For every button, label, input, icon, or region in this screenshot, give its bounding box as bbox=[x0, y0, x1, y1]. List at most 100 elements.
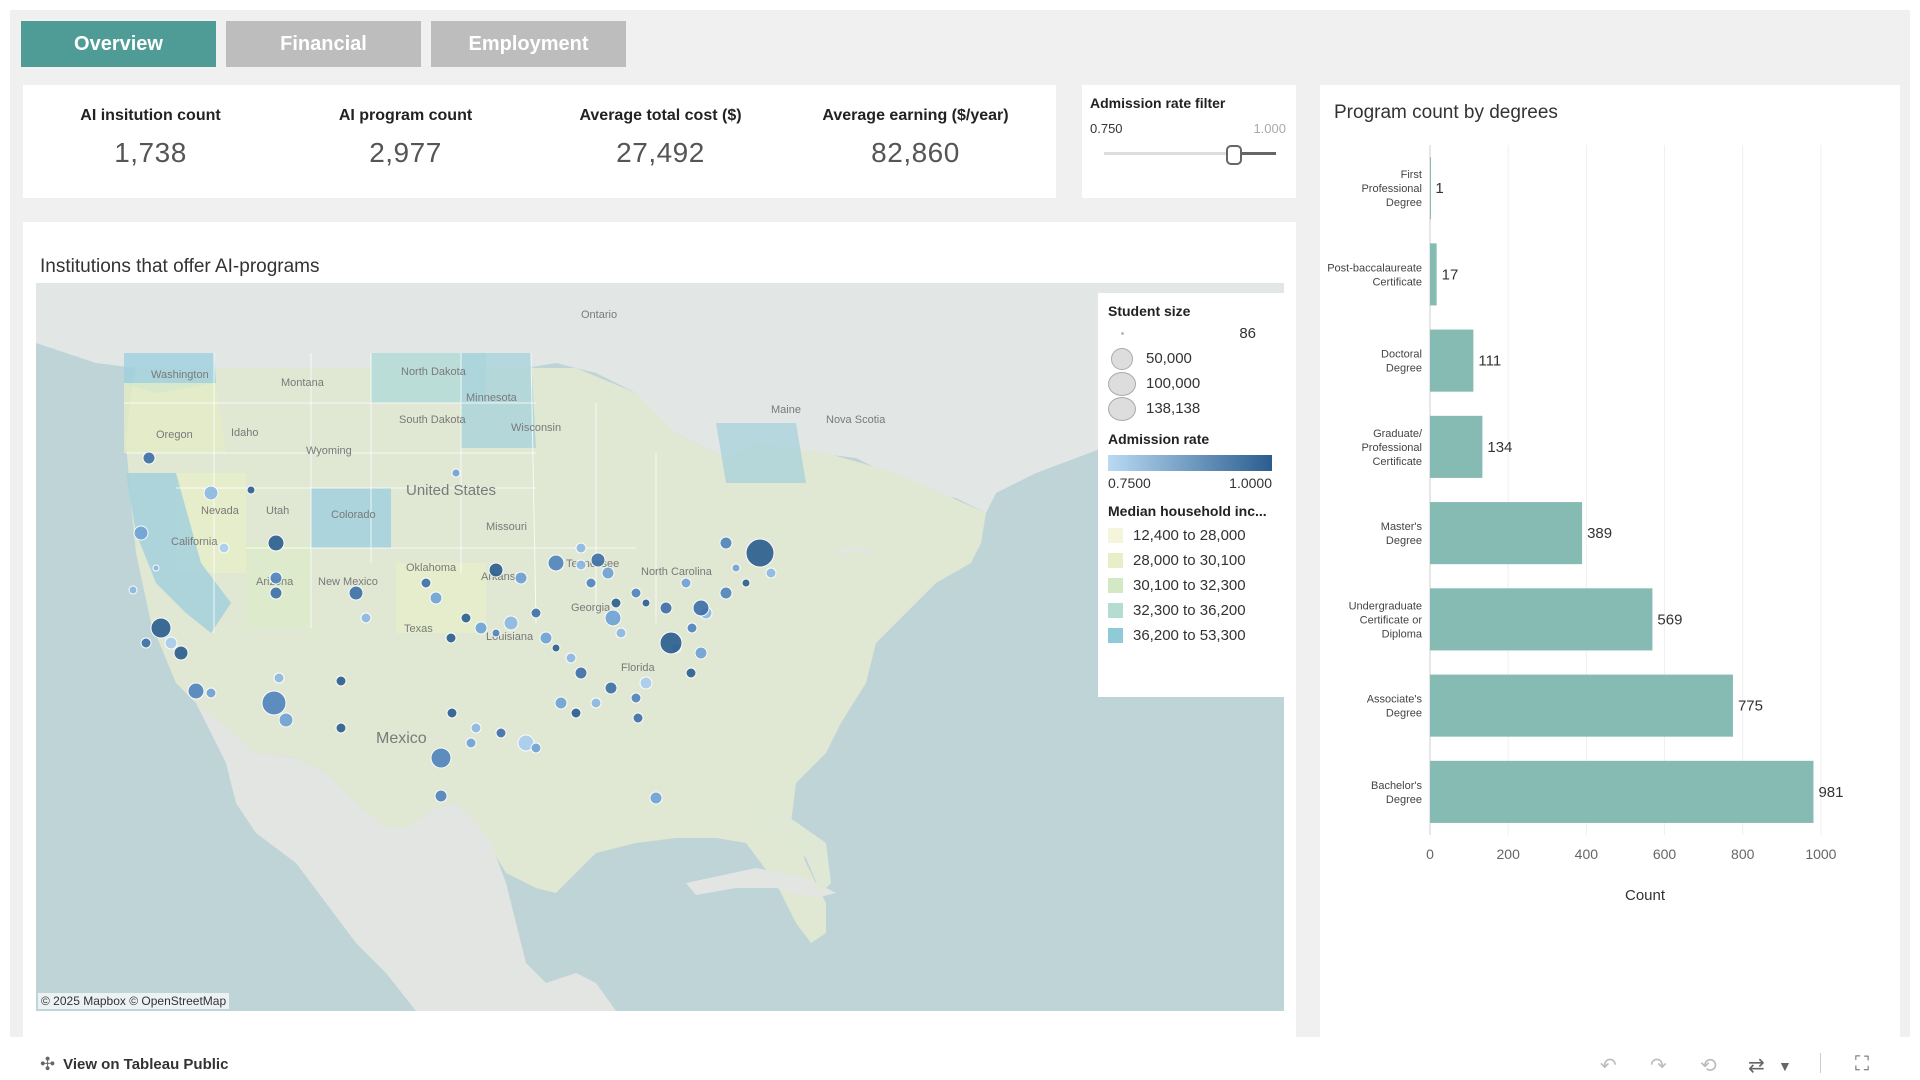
institution-marker[interactable] bbox=[649, 791, 663, 805]
bar[interactable] bbox=[1430, 502, 1583, 565]
bar[interactable] bbox=[1430, 760, 1814, 823]
undo-icon[interactable]: ↶ bbox=[1600, 1053, 1617, 1078]
institution-marker[interactable] bbox=[273, 672, 285, 684]
institution-marker[interactable] bbox=[429, 591, 443, 605]
institution-marker[interactable] bbox=[639, 676, 653, 690]
institution-marker[interactable] bbox=[360, 612, 372, 624]
institution-marker[interactable] bbox=[420, 577, 432, 589]
map-canvas[interactable]: Ontario Washington Montana North Dakota … bbox=[36, 283, 1284, 1011]
institution-marker[interactable] bbox=[615, 627, 627, 639]
institution-marker[interactable] bbox=[128, 585, 138, 595]
institution-marker[interactable] bbox=[719, 586, 733, 600]
institution-marker[interactable] bbox=[590, 552, 606, 568]
institution-marker[interactable] bbox=[765, 567, 777, 579]
institution-marker[interactable] bbox=[187, 682, 205, 700]
tab-overview[interactable]: Overview bbox=[21, 21, 216, 67]
institution-marker[interactable] bbox=[267, 534, 285, 552]
institution-marker[interactable] bbox=[630, 587, 642, 599]
fullscreen-icon[interactable]: ⛶ bbox=[1855, 1053, 1869, 1076]
redo-icon[interactable]: ↷ bbox=[1650, 1053, 1667, 1078]
institution-marker[interactable] bbox=[133, 525, 149, 541]
institution-marker[interactable] bbox=[685, 667, 697, 679]
institution-marker[interactable] bbox=[590, 697, 602, 709]
institution-marker[interactable] bbox=[547, 554, 565, 572]
institution-marker[interactable] bbox=[465, 737, 477, 749]
institution-marker[interactable] bbox=[601, 566, 615, 580]
institution-marker[interactable] bbox=[142, 451, 156, 465]
institution-marker[interactable] bbox=[335, 675, 347, 687]
institution-marker[interactable] bbox=[269, 586, 283, 600]
program-count-chart[interactable]: 0 200 400 600 800 1000 Count 1 First Professional… bbox=[1320, 145, 1900, 1025]
institution-marker[interactable] bbox=[488, 562, 504, 578]
institution-marker[interactable] bbox=[430, 747, 452, 769]
institution-marker[interactable] bbox=[203, 485, 219, 501]
institution-marker[interactable] bbox=[140, 637, 152, 649]
institution-marker[interactable] bbox=[503, 615, 519, 631]
institution-marker[interactable] bbox=[530, 607, 542, 619]
institution-marker[interactable] bbox=[451, 468, 461, 478]
institution-map[interactable]: Ontario Washington Montana North Dakota … bbox=[36, 283, 1284, 1011]
institution-marker[interactable] bbox=[630, 692, 642, 704]
institution-marker[interactable] bbox=[659, 601, 673, 615]
revert-icon[interactable]: ⟲ bbox=[1700, 1053, 1717, 1078]
institution-marker[interactable] bbox=[741, 578, 751, 588]
institution-marker[interactable] bbox=[474, 621, 488, 635]
institution-marker[interactable] bbox=[694, 646, 708, 660]
institution-marker[interactable] bbox=[246, 485, 256, 495]
institution-marker[interactable] bbox=[261, 690, 287, 716]
institution-marker[interactable] bbox=[719, 536, 733, 550]
institution-marker[interactable] bbox=[514, 571, 528, 585]
institution-marker[interactable] bbox=[610, 597, 622, 609]
institution-marker[interactable] bbox=[205, 687, 217, 699]
institution-marker[interactable] bbox=[604, 609, 622, 627]
institution-marker[interactable] bbox=[164, 636, 178, 650]
slider-handle-min[interactable] bbox=[1226, 145, 1242, 165]
bar[interactable] bbox=[1430, 415, 1483, 478]
tab-employment[interactable]: Employment bbox=[431, 21, 626, 67]
bar[interactable] bbox=[1430, 157, 1431, 220]
institution-marker[interactable] bbox=[574, 666, 588, 680]
chevron-down-icon[interactable]: ▼ bbox=[1778, 1058, 1792, 1074]
bar[interactable] bbox=[1430, 329, 1474, 392]
institution-marker[interactable] bbox=[565, 652, 577, 664]
institution-marker[interactable] bbox=[470, 722, 482, 734]
institution-marker[interactable] bbox=[278, 712, 294, 728]
institution-marker[interactable] bbox=[434, 789, 448, 803]
institution-marker[interactable] bbox=[745, 538, 775, 568]
institution-marker[interactable] bbox=[491, 628, 501, 638]
institution-marker[interactable] bbox=[575, 542, 587, 554]
institution-marker[interactable] bbox=[551, 643, 561, 653]
institution-marker[interactable] bbox=[446, 707, 458, 719]
institution-marker[interactable] bbox=[686, 622, 698, 634]
bar[interactable] bbox=[1430, 243, 1437, 306]
institution-marker[interactable] bbox=[335, 722, 347, 734]
institution-marker[interactable] bbox=[539, 631, 553, 645]
institution-marker[interactable] bbox=[218, 542, 230, 554]
institution-marker[interactable] bbox=[495, 727, 507, 739]
tab-financial[interactable]: Financial bbox=[226, 21, 421, 67]
institution-marker[interactable] bbox=[585, 577, 597, 589]
institution-marker[interactable] bbox=[659, 631, 683, 655]
institution-marker[interactable] bbox=[575, 559, 587, 571]
bar[interactable] bbox=[1430, 588, 1653, 651]
institution-marker[interactable] bbox=[445, 632, 457, 644]
view-on-tableau-link[interactable]: ✣ View on Tableau Public bbox=[40, 1054, 228, 1075]
institution-marker[interactable] bbox=[680, 577, 692, 589]
institution-marker[interactable] bbox=[530, 742, 542, 754]
institution-marker[interactable] bbox=[731, 563, 741, 573]
institution-marker[interactable] bbox=[632, 712, 644, 724]
institution-marker[interactable] bbox=[692, 599, 710, 617]
institution-marker[interactable] bbox=[604, 681, 618, 695]
institution-marker[interactable] bbox=[173, 645, 189, 661]
institution-marker[interactable] bbox=[570, 707, 582, 719]
institution-marker[interactable] bbox=[269, 571, 283, 585]
institution-marker[interactable] bbox=[641, 598, 651, 608]
bar[interactable] bbox=[1430, 674, 1733, 737]
institution-marker[interactable] bbox=[460, 612, 472, 624]
institution-marker[interactable] bbox=[554, 696, 568, 710]
institution-marker[interactable] bbox=[348, 585, 364, 601]
map-attribution[interactable]: © 2025 Mapbox © OpenStreetMap bbox=[38, 993, 230, 1009]
share-icon[interactable]: ⇄ bbox=[1748, 1053, 1765, 1078]
institution-marker[interactable] bbox=[152, 564, 160, 572]
institution-marker[interactable] bbox=[150, 617, 172, 639]
